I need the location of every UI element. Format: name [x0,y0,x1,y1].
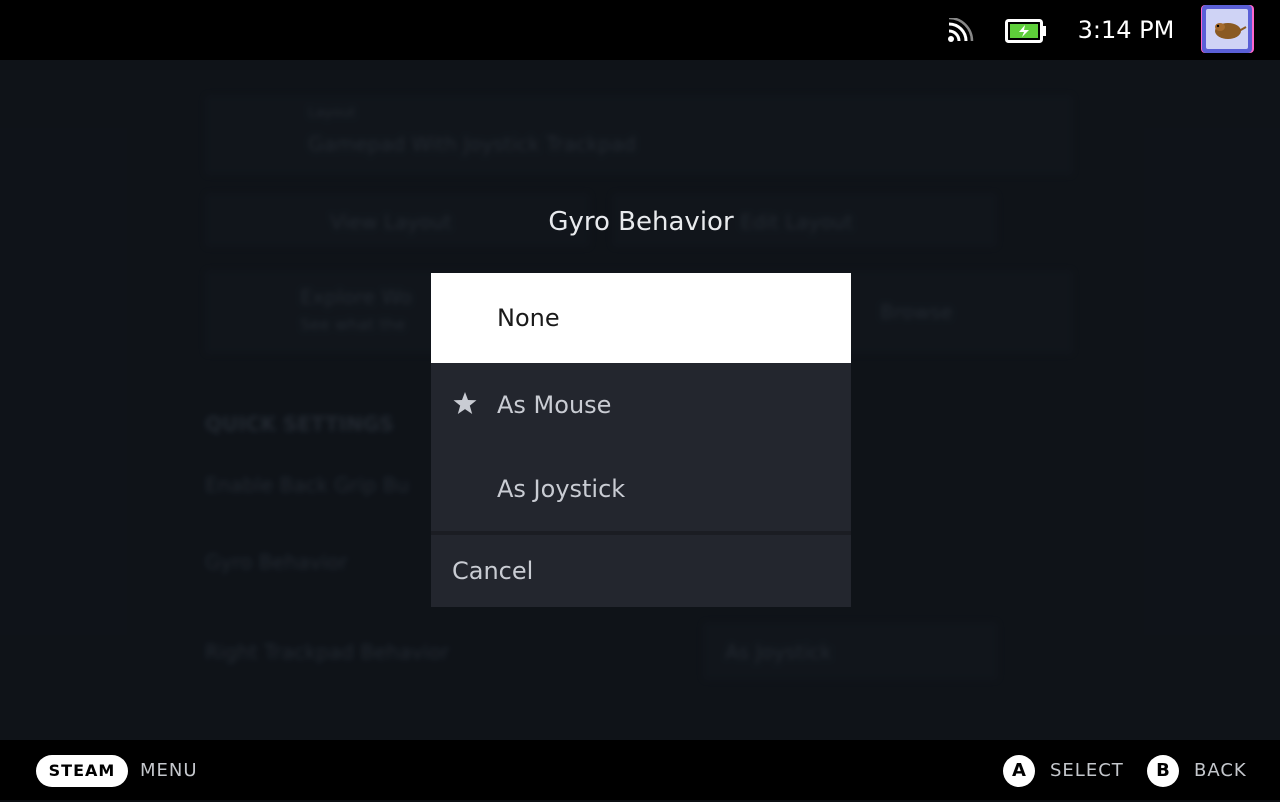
gyro-behavior-menu: None As Mouse As Joystick Cancel [431,273,851,607]
cancel-label: Cancel [452,557,534,585]
avatar-image [1215,23,1247,39]
cancel-button[interactable]: Cancel [431,535,851,607]
back-label: BACK [1194,760,1247,781]
option-none[interactable]: None [431,273,851,363]
bottom-bar: STEAM MENU A SELECT B BACK [0,740,1280,800]
option-label: As Joystick [497,475,626,503]
status-bar: 3:14 PM [0,0,1280,60]
star-icon [453,392,477,414]
battery-icon [1005,19,1046,43]
select-label: SELECT [1050,760,1124,781]
option-label: None [497,304,560,332]
option-as-mouse[interactable]: As Mouse [431,363,851,447]
a-button-icon[interactable]: A [1003,755,1035,787]
clock: 3:14 PM [1077,16,1175,44]
b-button-icon[interactable]: B [1147,755,1179,787]
steam-button[interactable]: STEAM [36,755,128,787]
option-label: As Mouse [497,391,612,419]
avatar[interactable] [1202,5,1252,53]
menu-label: MENU [140,760,198,781]
wifi-icon [948,18,974,42]
option-as-joystick[interactable]: As Joystick [431,447,851,531]
dialog-title: Gyro Behavior [548,207,734,237]
